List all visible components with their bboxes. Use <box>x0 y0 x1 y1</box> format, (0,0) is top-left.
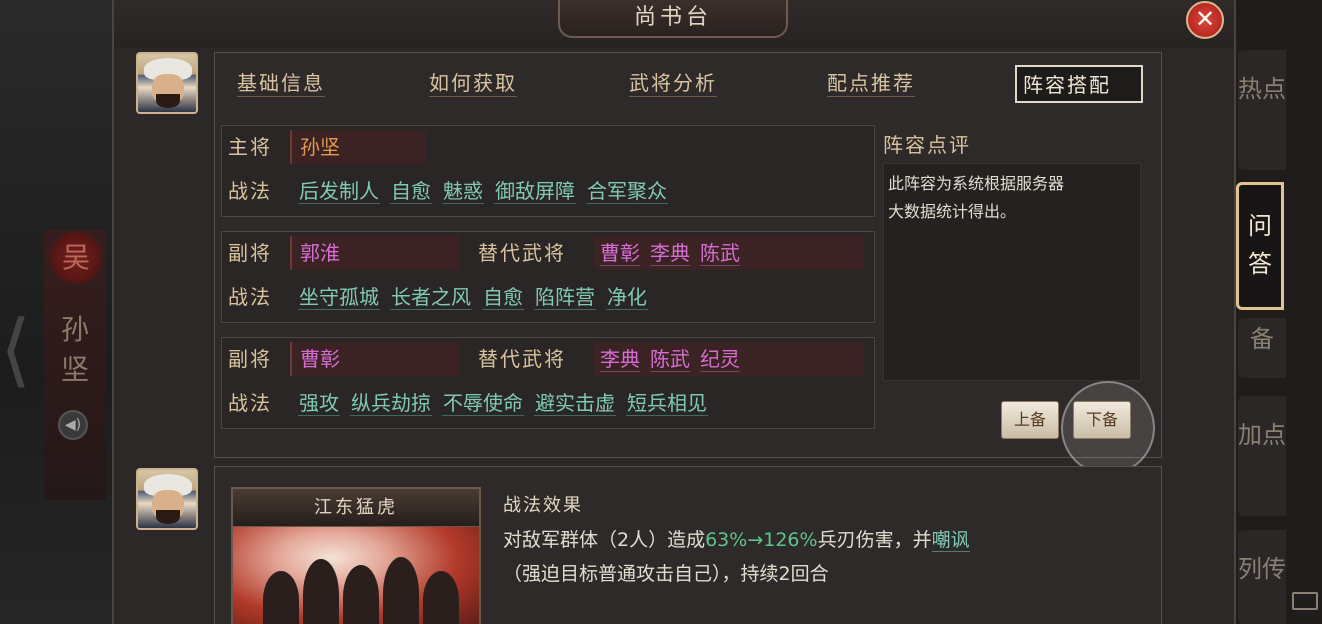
general-avatar[interactable] <box>136 52 198 114</box>
soldier-silhouette <box>303 559 339 624</box>
side-tab-points[interactable]: 加点 <box>1238 396 1286 516</box>
effect-line-1: 对敌军群体（2人）造成63%→126%兵刃伤害，并嘲讽 <box>503 523 1139 557</box>
side-tab-biography[interactable]: 列传 <box>1238 530 1286 624</box>
skill-item[interactable]: 纵兵劫掠 <box>350 391 432 416</box>
skill-item[interactable]: 自愈 <box>482 285 524 310</box>
skill-panel: 江东猛虎 战法效果 对敌军群体（2人）造成63%→126%兵刃伤害，并嘲讽 （强… <box>214 466 1162 624</box>
shangshutai-window: 尚书台 基础信息 如何获取 武将分析 配点推荐 阵容搭配 主将 孙坚 战法 后发… <box>112 0 1236 624</box>
main-skills-label: 战法 <box>228 179 272 203</box>
side-tab-bar: 热点 问答 备 加点 列传 <box>1236 0 1322 624</box>
tab-bar: 基础信息 如何获取 武将分析 配点推荐 阵容搭配 <box>215 53 1161 117</box>
alt-general[interactable]: 纪灵 <box>700 347 740 372</box>
skill-item[interactable]: 短兵相见 <box>626 391 708 416</box>
skill-item[interactable]: 坐守孤城 <box>298 285 380 310</box>
next-lineup-button[interactable]: 下备 <box>1073 401 1131 439</box>
side-tab-hot[interactable]: 热点 <box>1238 50 1286 170</box>
main-general-role: 主将 <box>228 135 272 159</box>
game-screen: ⟨ 吴 孙 坚 ◀) 尚书台 基础信息 如何获取 武将分析 配点推荐 阵容搭配 … <box>0 0 1322 624</box>
skill-item[interactable]: 强攻 <box>298 391 340 416</box>
tab-how-to-obtain[interactable]: 如何获取 <box>429 65 517 103</box>
review-text-line-1: 此阵容为系统根据服务器 <box>888 174 1065 193</box>
skill-item[interactable]: 后发制人 <box>298 179 380 204</box>
vice1-role: 副将 <box>228 241 272 265</box>
info-panel: 基础信息 如何获取 武将分析 配点推荐 阵容搭配 主将 孙坚 战法 后发制人 自愈… <box>214 52 1162 475</box>
avatar-beard <box>156 94 180 108</box>
vice-general-slot-2: 副将 曹彰 替代武将 李典 陈武 纪灵 战法 强攻 纵兵劫掠 不辱使命 避实击虚 短兵相见 <box>221 337 875 429</box>
tab-lineup[interactable]: 阵容搭配 <box>1015 65 1143 103</box>
soldier-silhouette <box>343 565 379 624</box>
window-title: 尚书台 <box>558 0 788 38</box>
skill-card[interactable]: 江东猛虎 <box>231 487 481 624</box>
vice1-skills-label: 战法 <box>228 285 272 309</box>
review-text-line-2: 大数据统计得出。 <box>888 202 1017 221</box>
close-button[interactable]: ✕ <box>1186 1 1224 39</box>
alt-general[interactable]: 李典 <box>650 241 690 266</box>
side-tab-backup[interactable]: 备 <box>1238 318 1286 378</box>
general-avatar-2[interactable] <box>136 468 198 530</box>
skill-item[interactable]: 陷阵营 <box>534 285 596 310</box>
review-title: 阵容点评 <box>883 133 971 157</box>
main-general-slot: 主将 孙坚 战法 后发制人 自愈 魅惑 御敌屏障 合军聚众 <box>221 125 875 217</box>
alt-general[interactable]: 曹彰 <box>600 241 640 266</box>
vice1-general-name[interactable]: 郭淮 <box>290 236 460 270</box>
review-text-box: 此阵容为系统根据服务器 大数据统计得出。 <box>883 163 1141 381</box>
vice1-alt-label: 替代武将 <box>478 241 566 265</box>
background-ornament: ⟨ <box>0 303 32 396</box>
vice2-alt-list: 李典 陈武 纪灵 <box>594 342 864 376</box>
vice1-alt-list: 曹彰 李典 陈武 <box>594 236 864 270</box>
skill-item[interactable]: 长者之风 <box>390 285 472 310</box>
background-name-char-1: 孙 <box>60 313 89 346</box>
taunt-link[interactable]: 嘲讽 <box>931 529 970 552</box>
effect-percent: 63%→126% <box>705 529 818 551</box>
soldier-silhouette <box>263 571 299 624</box>
skill-item[interactable]: 不辱使命 <box>442 391 524 416</box>
tab-general-analysis[interactable]: 武将分析 <box>629 65 717 103</box>
skill-item[interactable]: 净化 <box>606 285 648 310</box>
vice1-skills-list: 坐守孤城 长者之风 自愈 陷阵营 净化 <box>298 280 658 314</box>
alt-general[interactable]: 陈武 <box>650 347 690 372</box>
vice2-role: 副将 <box>228 347 272 371</box>
skill-card-name: 江东猛虎 <box>233 489 479 527</box>
vice2-skills-list: 强攻 纵兵劫掠 不辱使命 避实击虚 短兵相见 <box>298 386 718 420</box>
skill-item[interactable]: 魅惑 <box>442 179 484 204</box>
voice-icon[interactable]: ◀) <box>58 410 88 440</box>
vice2-skills-label: 战法 <box>228 391 272 415</box>
skill-item[interactable]: 避实击虚 <box>534 391 616 416</box>
background-name-char-2: 坚 <box>60 353 89 386</box>
background-general-name: 孙 坚 <box>58 310 92 390</box>
vice2-general-name[interactable]: 曹彰 <box>290 342 460 376</box>
effect-text-part: 兵刃伤害，并 <box>817 529 932 551</box>
side-tab-qa[interactable]: 问答 <box>1236 182 1284 310</box>
soldier-silhouette <box>423 571 459 624</box>
effect-text-part: 对敌军群体（2人）造成 <box>503 529 706 551</box>
skill-card-art <box>233 527 479 624</box>
vice2-alt-label: 替代武将 <box>478 347 566 371</box>
menu-icon[interactable] <box>1292 592 1318 610</box>
skill-item[interactable]: 御敌屏障 <box>494 179 576 204</box>
vice-general-slot-1: 副将 郭淮 替代武将 曹彰 李典 陈武 战法 坐守孤城 长者之风 自愈 陷阵营 净化 <box>221 231 875 323</box>
avatar-beard <box>156 510 180 524</box>
alt-general[interactable]: 李典 <box>600 347 640 372</box>
effect-description: 对敌军群体（2人）造成63%→126%兵刃伤害，并嘲讽 （强迫目标普通攻击自己）… <box>503 523 1139 591</box>
alt-general[interactable]: 陈武 <box>700 241 740 266</box>
main-general-name[interactable]: 孙坚 <box>290 130 426 164</box>
skill-item[interactable]: 自愈 <box>390 179 432 204</box>
faction-seal: 吴 <box>50 232 102 284</box>
skill-item[interactable]: 合军聚众 <box>586 179 668 204</box>
main-skills-list: 后发制人 自愈 魅惑 御敌屏障 合军聚众 <box>298 174 678 208</box>
effect-line-2: （强迫目标普通攻击自己），持续2回合 <box>503 563 829 585</box>
tab-point-recommend[interactable]: 配点推荐 <box>827 65 915 103</box>
effect-title: 战法效果 <box>503 495 583 516</box>
soldier-silhouette <box>383 557 419 624</box>
tab-basic-info[interactable]: 基础信息 <box>237 65 325 103</box>
prev-lineup-button[interactable]: 上备 <box>1001 401 1059 439</box>
